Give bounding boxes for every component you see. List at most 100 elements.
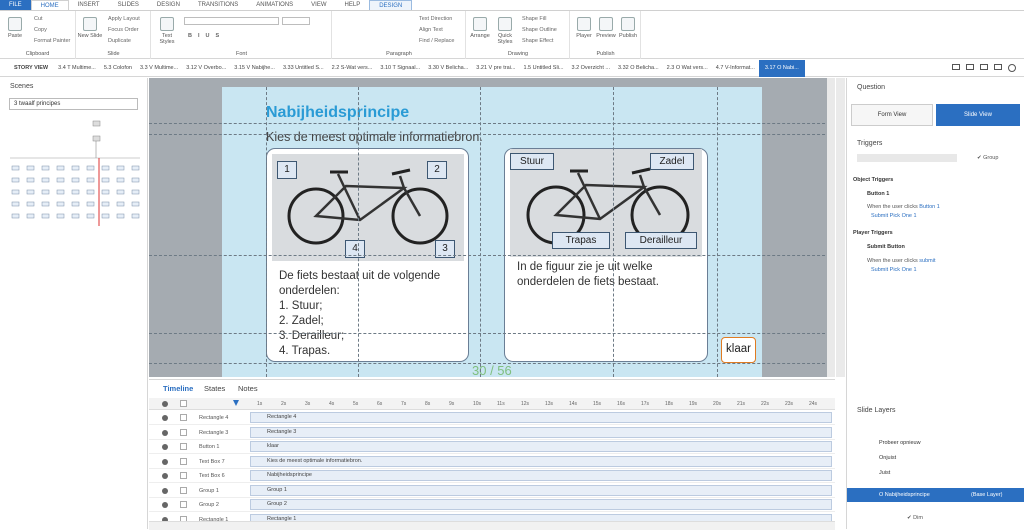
scene-node[interactable] (41, 189, 50, 195)
klaar-button[interactable]: klaar (721, 337, 756, 363)
slide-tab[interactable]: 3.2 Overzicht ... (567, 65, 614, 71)
scene-node[interactable] (131, 213, 140, 219)
scene-node[interactable] (26, 189, 35, 195)
vertical-scrollbar[interactable] (827, 78, 835, 377)
base-layer-item[interactable]: O Nabijheidsprincipe (Base Layer) (847, 488, 1024, 502)
scene-node[interactable] (71, 201, 80, 207)
scene-node[interactable] (41, 165, 50, 171)
scene-node[interactable] (131, 165, 140, 171)
lock-icon[interactable] (180, 501, 187, 508)
menu-tab-help[interactable]: HELP (336, 0, 370, 10)
label-zadel[interactable]: Zadel (650, 153, 694, 170)
slide-tab[interactable]: 3.4 T Multime... (54, 65, 100, 71)
eye-icon[interactable] (162, 487, 168, 494)
layer-item[interactable]: Onjuist (847, 451, 1024, 465)
scene-node[interactable] (26, 201, 35, 207)
scene-node[interactable] (116, 165, 125, 171)
layout-icon[interactable] (952, 64, 960, 70)
lock-icon[interactable] (180, 486, 187, 494)
scene-node[interactable] (71, 177, 80, 183)
eye-icon[interactable] (162, 502, 168, 508)
eye-icon[interactable] (162, 415, 168, 421)
layer-item[interactable]: Juist (847, 466, 1024, 480)
menu-tab-file[interactable]: FILE (0, 0, 31, 10)
scene-node[interactable] (11, 213, 20, 219)
duplicate-button[interactable]: Duplicate (108, 38, 131, 44)
lock-icon[interactable] (180, 400, 187, 407)
timeline-row[interactable]: Group 2 Group 2 (149, 498, 835, 512)
scene-node[interactable] (71, 213, 80, 219)
layout-icon[interactable] (994, 64, 1002, 70)
text-direction-button[interactable]: Text Direction (419, 16, 452, 22)
focus-order-button[interactable]: Focus Order (108, 27, 139, 33)
right-description[interactable]: In de figuur zie je uit welke onderdelen… (517, 260, 703, 290)
scene-node[interactable] (11, 165, 20, 171)
timeline-bar[interactable]: Kies de meest optimale informatiebron. (250, 455, 832, 467)
scene-map[interactable] (0, 116, 148, 276)
new-slide-button[interactable]: New Slide (77, 17, 103, 39)
scene-node[interactable] (11, 189, 20, 195)
timeline-row[interactable]: Text Box 7 Kies de meest optimale informa… (149, 455, 835, 469)
scene-node[interactable] (101, 189, 110, 195)
shape-outline-button[interactable]: Shape Outline (522, 27, 557, 33)
menu-tab-animations[interactable]: ANIMATIONS (247, 0, 302, 10)
canvas-scrollbar-track[interactable] (836, 78, 845, 377)
slide-tab[interactable]: 3.30 V Belicha... (424, 65, 472, 71)
trigger-condition[interactable]: When the user clicks submit (867, 258, 935, 264)
timeline-bar[interactable]: klaar (250, 441, 832, 452)
trigger-toolbar[interactable] (857, 154, 957, 162)
timeline-row[interactable]: Text Box 6 Nabijheidsprincipe (149, 469, 835, 483)
slide-tab[interactable]: 3.33 Untitled S... (279, 65, 328, 71)
slide-view-button[interactable]: Slide View (936, 104, 1020, 126)
eye-icon[interactable] (162, 458, 168, 465)
menu-tab-slides[interactable]: SLIDES (109, 0, 148, 10)
quick-styles-button[interactable]: Quick Styles (492, 17, 518, 45)
layout-icon[interactable] (980, 64, 988, 70)
scene-select[interactable]: 3 twaalf principes (9, 98, 138, 110)
scene-node[interactable] (41, 213, 50, 219)
label-stuur[interactable]: Stuur (510, 153, 554, 170)
apply-layout-button[interactable]: Apply Layout (108, 16, 140, 22)
eye-icon[interactable] (162, 473, 168, 479)
slide-tab[interactable]: 3.21 V pre trai... (472, 65, 519, 71)
label-derailleur[interactable]: Derailleur (625, 232, 697, 249)
paste-button[interactable]: Paste (2, 17, 28, 39)
scene-node[interactable] (131, 201, 140, 207)
scene-node[interactable] (56, 177, 65, 183)
slide[interactable]: Nabijheidsprincipe Kies de meest optimal… (149, 87, 835, 378)
scene-node[interactable] (116, 189, 125, 195)
playhead-icon[interactable] (233, 400, 239, 406)
lock-icon[interactable] (180, 472, 187, 479)
slide-tab[interactable]: 3.12 V Overbo... (182, 65, 230, 71)
scene-node[interactable] (56, 213, 65, 219)
timeline-row[interactable]: Group 1 Group 1 (149, 484, 835, 498)
menu-tab-transitions[interactable]: TRANSITIONS (189, 0, 247, 10)
timeline-row[interactable]: Button 1 klaar (149, 440, 835, 454)
scene-node[interactable] (116, 213, 125, 219)
scene-node[interactable] (26, 177, 35, 183)
menu-tab-insert[interactable]: INSERT (69, 0, 109, 10)
scene-node[interactable] (71, 189, 80, 195)
submit-button-trigger[interactable]: Submit Button (867, 244, 905, 250)
tab-timeline[interactable]: Timeline (163, 384, 193, 393)
lock-icon[interactable] (180, 428, 187, 436)
trigger-action[interactable]: Submit Pick One 1 (871, 267, 917, 273)
format-painter-button[interactable]: Format Painter (34, 38, 70, 44)
scene-node[interactable] (86, 201, 95, 207)
scene-node[interactable] (11, 177, 20, 183)
scene-node[interactable] (86, 213, 95, 219)
callout-2[interactable]: 2 (427, 161, 447, 179)
eye-icon[interactable] (162, 444, 168, 450)
scene-node[interactable] (56, 189, 65, 195)
arrange-button[interactable]: Arrange (467, 17, 493, 39)
slide-tab[interactable]: 3.15 V Nabijhe... (230, 65, 279, 71)
form-view-button[interactable]: Form View (851, 104, 933, 126)
scene-node[interactable] (101, 177, 110, 183)
timeline-bar[interactable]: Rectangle 4 (250, 412, 832, 423)
slide-tab[interactable]: 2.2 S-Wat vers... (328, 65, 377, 71)
label-trapas[interactable]: Trapas (552, 232, 610, 249)
group-checkbox[interactable]: ✔ Group (977, 155, 998, 161)
scene-node[interactable] (101, 201, 110, 207)
slide-subtitle[interactable]: Kies de meest optimale informatiebron. (266, 130, 483, 144)
scene-node[interactable] (86, 189, 95, 195)
